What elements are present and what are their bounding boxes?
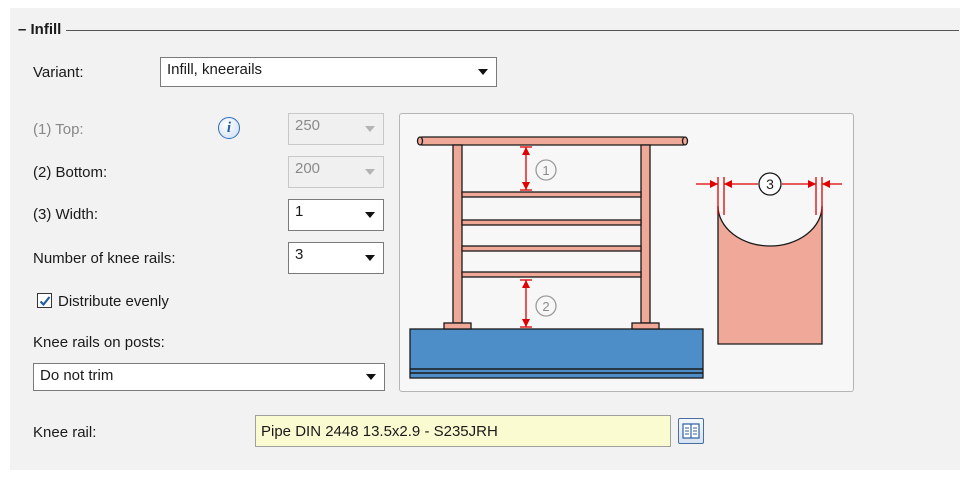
info-icon[interactable]: i xyxy=(218,117,240,139)
top-handrail xyxy=(419,136,686,146)
marker-3-label: 3 xyxy=(766,176,774,192)
chevron-down-icon xyxy=(365,126,375,132)
marker-2-label: 2 xyxy=(542,299,549,314)
knee-rails-on-posts-value: Do not trim xyxy=(40,367,114,384)
chevron-down-icon xyxy=(365,212,375,218)
knee-rail-field[interactable]: Pipe DIN 2448 13.5x2.9 - S235JRH xyxy=(255,415,671,447)
knee-rail-label: Knee rail: xyxy=(33,424,97,441)
library-icon xyxy=(682,423,700,439)
group-divider xyxy=(18,30,959,31)
knee-rails-on-posts-select[interactable]: Do not trim xyxy=(33,363,385,391)
pipe-section xyxy=(717,205,823,345)
bottom-value: 200 xyxy=(295,160,321,177)
railing-diagram: 1 2 3 xyxy=(409,136,842,379)
bottom-select[interactable]: 200 xyxy=(288,156,384,188)
top-select[interactable]: 250 xyxy=(288,113,384,145)
base-beam xyxy=(409,328,704,379)
variant-value: Infill, kneerails xyxy=(167,61,263,78)
knee-rail-count-value: 3 xyxy=(295,246,304,263)
chevron-down-icon xyxy=(366,374,376,380)
marker-1-label: 1 xyxy=(542,163,549,178)
variant-label: Variant: xyxy=(33,64,84,81)
chevron-down-icon xyxy=(365,169,375,175)
knee-rail xyxy=(461,191,642,198)
top-value: 250 xyxy=(295,117,321,134)
group-header[interactable]: – Infill xyxy=(18,21,67,38)
distribute-evenly-label[interactable]: Distribute evenly xyxy=(58,293,169,310)
width-value: 1 xyxy=(295,203,304,220)
collapse-icon[interactable]: – xyxy=(18,21,26,38)
chevron-down-icon xyxy=(478,69,488,75)
post-right xyxy=(640,144,651,324)
post-left xyxy=(452,144,463,324)
knee-rail xyxy=(461,245,642,252)
knee-rail xyxy=(461,219,642,226)
chevron-down-icon xyxy=(365,255,375,261)
group-title: Infill xyxy=(30,21,62,38)
distribute-evenly-checkbox[interactable] xyxy=(37,293,52,308)
width-label: (3) Width: xyxy=(33,206,99,223)
bottom-label: (2) Bottom: xyxy=(33,164,108,181)
library-button[interactable] xyxy=(678,418,704,444)
width-select[interactable]: 1 xyxy=(288,199,384,231)
knee-rail xyxy=(461,271,642,278)
variant-select[interactable]: Infill, kneerails xyxy=(160,57,497,87)
knee-rail-value: Pipe DIN 2448 13.5x2.9 - S235JRH xyxy=(261,423,498,440)
top-label: (1) Top: xyxy=(33,121,84,138)
knee-rail-count-select[interactable]: 3 xyxy=(288,242,384,274)
checkmark-icon xyxy=(39,296,51,307)
infill-preview: 1 2 3 xyxy=(399,113,854,392)
knee-rails-on-posts-label: Knee rails on posts: xyxy=(33,334,165,351)
knee-rail-count-label: Number of knee rails: xyxy=(33,250,176,267)
